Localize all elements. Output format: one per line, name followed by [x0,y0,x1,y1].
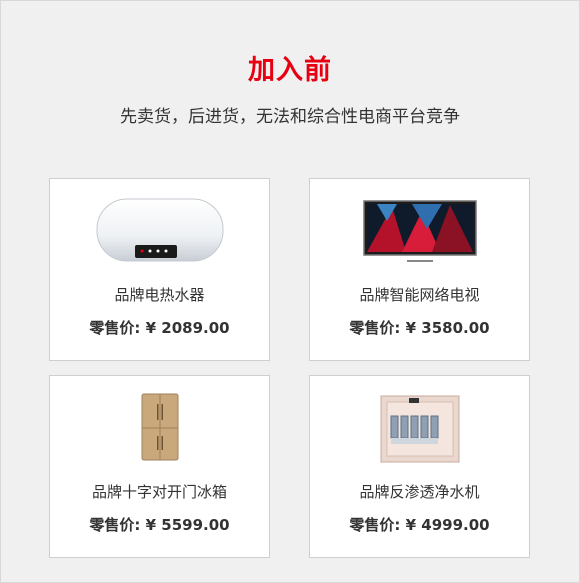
refrigerator-image [50,392,269,462]
water-purifier-image [310,394,529,464]
product-name: 品牌电热水器 [114,286,205,304]
product-price: 零售价: ¥ 5599.00 [89,516,230,534]
product-card-smart-tv[interactable]: 品牌智能网络电视 零售价: ¥ 3580.00 [309,178,530,361]
product-price: 零售价: ¥ 3580.00 [349,319,490,337]
product-name: 品牌十字对开门冰箱 [91,483,227,501]
product-name: 品牌智能网络电视 [359,286,480,304]
smart-tv-image [310,199,529,263]
product-price: 零售价: ¥ 2089.00 [89,319,230,337]
product-card-water-purifier[interactable]: 品牌反渗透净水机 零售价: ¥ 4999.00 [309,375,530,558]
page-subtitle: 先卖货，后进货，无法和综合性电商平台竞争 [120,107,460,127]
page-title: 加入前 [248,55,332,86]
product-card-refrigerator[interactable]: 品牌十字对开门冰箱 零售价: ¥ 5599.00 [49,375,270,558]
water-heater-image [50,195,269,265]
product-price: 零售价: ¥ 4999.00 [349,516,490,534]
product-card-water-heater[interactable]: 品牌电热水器 零售价: ¥ 2089.00 [49,178,270,361]
product-name: 品牌反渗透净水机 [359,483,480,501]
